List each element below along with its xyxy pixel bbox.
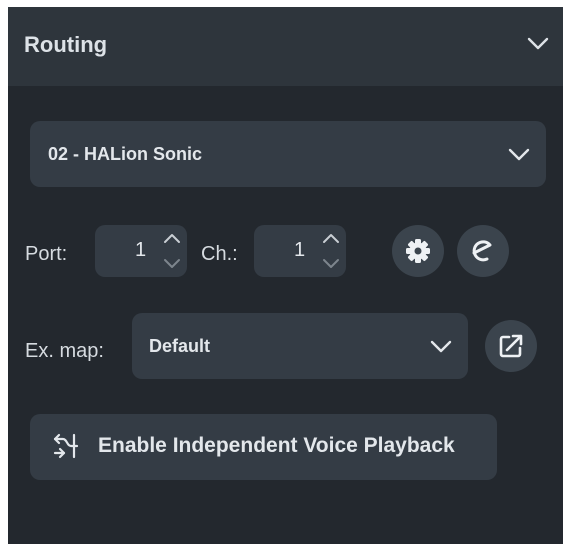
channel-stepper[interactable]: 1 xyxy=(254,225,346,277)
port-label: Port: xyxy=(25,243,68,265)
split-arrows-icon xyxy=(53,433,79,459)
routing-title: Routing xyxy=(24,32,108,57)
open-expression-map-button[interactable] xyxy=(485,320,537,372)
channel-value: 1 xyxy=(294,239,306,261)
voice-playback-label: Enable Independent Voice Playback xyxy=(98,434,455,457)
edit-e-icon xyxy=(472,240,492,262)
expression-map-label: Ex. map: xyxy=(25,340,104,362)
chevron-down-icon[interactable] xyxy=(527,37,549,51)
routing-header[interactable]: Routing xyxy=(8,7,563,86)
enable-independent-voice-playback-button[interactable]: Enable Independent Voice Playback xyxy=(30,414,497,480)
device-selected-value: 02 - HALion Sonic xyxy=(48,144,203,164)
expression-map-dropdown[interactable]: Default xyxy=(132,313,468,379)
chevron-down-icon xyxy=(430,340,452,353)
device-dropdown[interactable]: 02 - HALion Sonic xyxy=(30,121,546,187)
routing-panel: Routing 02 - HALion Sonic Port: 1 Ch.: 1 xyxy=(8,7,563,544)
gear-icon xyxy=(406,239,430,263)
stepper-arrows-icon[interactable] xyxy=(320,231,342,271)
channel-label: Ch.: xyxy=(201,243,238,265)
stepper-arrows-icon[interactable] xyxy=(161,231,183,271)
edit-device-button[interactable] xyxy=(457,225,509,277)
chevron-down-icon xyxy=(508,148,530,161)
expression-map-selected-value: Default xyxy=(149,336,211,356)
port-value: 1 xyxy=(135,239,147,261)
device-settings-button[interactable] xyxy=(392,225,444,277)
open-external-icon xyxy=(499,334,523,358)
port-stepper[interactable]: 1 xyxy=(95,225,187,277)
